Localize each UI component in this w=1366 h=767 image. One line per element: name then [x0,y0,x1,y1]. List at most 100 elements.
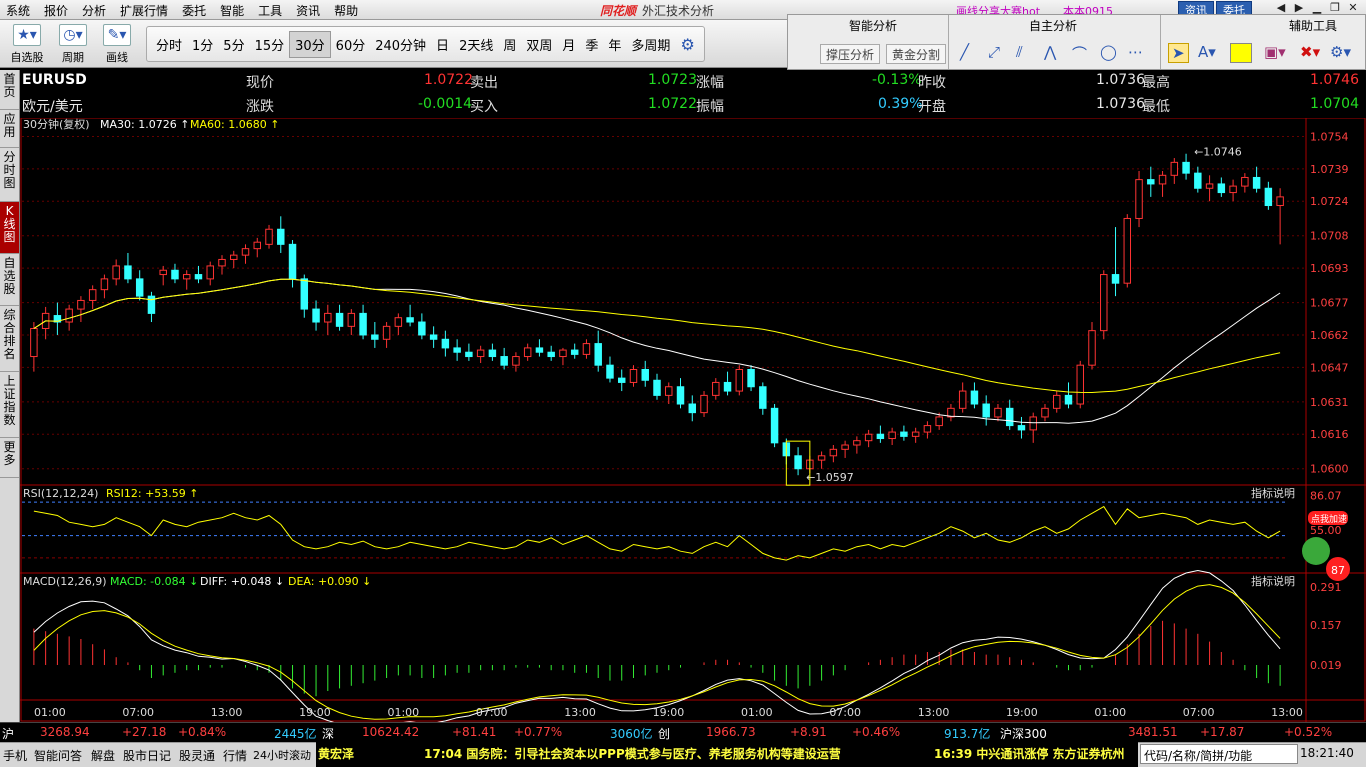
candle-body [864,433,873,442]
channel-tool-icon[interactable]: ⫽ [1016,43,1023,61]
period-label: 周期 [62,51,84,64]
ray-tool-icon[interactable]: ⤢ [988,43,1000,61]
time-tick-label: 01:00 [387,706,419,719]
news-item-2[interactable]: 16:39 中兴通讯涨停 东方证券杭州 [934,745,1125,762]
sell-value: 1.0723 [648,72,697,88]
candle-body [265,228,273,245]
tab-watchlist[interactable]: 自选股 [0,254,19,306]
period-multi[interactable]: 多周期 [626,32,675,57]
cursor-icon[interactable]: ➤ [1168,43,1189,63]
wave-tool-icon[interactable]: ⋀ [1044,43,1056,61]
quotes-link[interactable]: 行情 [223,747,247,764]
period-60m[interactable]: 60分 [331,32,371,57]
tab-kline[interactable]: K线图 [0,202,19,254]
menu-quote[interactable]: 报价 [44,2,68,19]
menu-news[interactable]: 资讯 [296,2,320,19]
line-tool-icon[interactable]: ╱ [960,43,969,61]
kline-chart[interactable]: 1.0754 1.0739 1.0724 1.0708 1.0693 1.0677 1.06… [20,118,1366,722]
tab-intraday[interactable]: 分时图 [0,148,19,202]
candle-body [135,278,144,297]
tab-more[interactable]: 更多 [0,438,19,478]
candle-body [124,265,132,280]
golden-section-button[interactable]: 黄金分割 [886,44,947,64]
period-2day[interactable]: 2天线 [454,32,498,57]
high-label: 最高 [1142,75,1170,91]
macd-tick-label: 0.157 [1310,619,1342,632]
menu-trade[interactable]: 委托 [182,2,206,19]
period-day[interactable]: 日 [431,32,454,57]
candle-body [688,403,697,414]
search-input[interactable]: 代码/名称/简拼/功能 [1140,744,1298,764]
low-value: 1.0704 [1310,96,1359,112]
menu-analysis[interactable]: 分析 [82,2,106,19]
period-week[interactable]: 周 [498,32,521,57]
star-icon: ★▾ [13,24,41,46]
candle-body [453,347,461,353]
period-5m[interactable]: 5分 [218,32,249,57]
period-240m[interactable]: 240分钟 [370,32,431,57]
gear-icon[interactable]: ⚙ [675,32,699,57]
period-1m[interactable]: 1分 [187,32,218,57]
menu-help[interactable]: 帮助 [334,2,358,19]
time-tick-label: 13:00 [211,706,243,719]
draw-button[interactable]: ✎▾ 画线 [96,24,138,65]
analysis-panels: 智能分析 撑压分析 黄金分割 自主分析 ╱ ⤢ ⫽ ⋀ ⌒ ◯ ⋯ 辅助工具 ➤… [787,14,1366,70]
change-value: -0.0014 [418,96,473,112]
ellipse-tool-icon[interactable]: ◯ [1100,43,1117,61]
delete-icon[interactable]: ✖▾ [1300,43,1320,61]
candle-body [641,368,649,381]
menu-smart[interactable]: 智能 [220,2,244,19]
period-month[interactable]: 月 [557,32,580,57]
color-picker-icon[interactable] [1230,43,1252,63]
candle-body [1123,217,1132,284]
candle-body [1182,161,1190,174]
smart-qa-link[interactable]: 智能问答 [34,747,82,764]
panel-divider [948,15,949,69]
menu-system[interactable]: 系统 [6,2,30,19]
settings-icon[interactable]: ⚙▾ [1330,43,1351,61]
more-tools-icon[interactable]: ⋯ [1128,43,1143,61]
price-tick-label: 1.0739 [1310,163,1349,176]
period-biweek[interactable]: 双周 [521,32,557,57]
period-selector: 分时 1分 5分 15分 30分 60分 240分钟 日 2天线 周 双周 月 … [146,26,705,62]
candle-body [159,269,167,276]
news-item-1[interactable]: 17:04 国务院：引导社会资本以PPP模式参与医疗、养老服务机构等建设运营 [424,745,841,762]
candle-body [1053,394,1061,409]
stock-diary-link[interactable]: 股市日记 [123,747,171,764]
candle-body [547,351,555,358]
period-year[interactable]: 年 [603,32,626,57]
rolling-news-link[interactable]: 24小时滚动 [253,747,311,763]
tab-sh-index[interactable]: 上证指数 [0,372,19,438]
text-tool-icon[interactable]: A▾ [1198,43,1216,61]
candle-body [794,455,802,470]
candle-body [182,274,191,280]
mobile-link[interactable]: 手机 [3,747,27,764]
price-tick-label: 1.0724 [1310,195,1349,208]
cycle-tool-icon[interactable]: ⌒ [1072,43,1087,64]
menu-extended[interactable]: 扩展行情 [120,2,168,19]
period-button[interactable]: ◷▾ 周期 [52,24,94,65]
tab-home[interactable]: 首页 [0,70,19,110]
style-icon[interactable]: ▣▾ [1264,43,1286,61]
gulingtong-link[interactable]: 股灵通 [179,747,215,764]
period-15m[interactable]: 15分 [250,32,290,57]
news-ticker[interactable]: 黄宏泽 17:04 国务院：引导社会资本以PPP模式参与医疗、养老服务机构等建设… [316,742,1138,767]
tab-apps[interactable]: 应用 [0,110,19,148]
candle-body [230,254,238,260]
rsi-label: RSI(12,12,24) [23,487,98,500]
low-label: 最低 [1142,99,1170,115]
market-comment-link[interactable]: 解盘 [91,747,115,764]
window-title: 外汇技术分析 [642,4,715,18]
candle-body [359,312,367,336]
watchlist-button[interactable]: ★▾ 自选股 [6,24,48,65]
time-tick-label: 07:00 [1183,706,1215,719]
tab-ranking[interactable]: 综合排名 [0,306,19,372]
promo-bubble-text: 点我加速 [1311,514,1347,525]
period-30m[interactable]: 30分 [289,30,331,58]
period-quarter[interactable]: 季 [580,32,603,57]
period-intraday[interactable]: 分时 [151,32,187,57]
cy-value: 1966.73 [706,725,756,739]
menu-tools[interactable]: 工具 [258,2,282,19]
candle-body [206,265,214,280]
support-analysis-button[interactable]: 撑压分析 [820,44,881,64]
